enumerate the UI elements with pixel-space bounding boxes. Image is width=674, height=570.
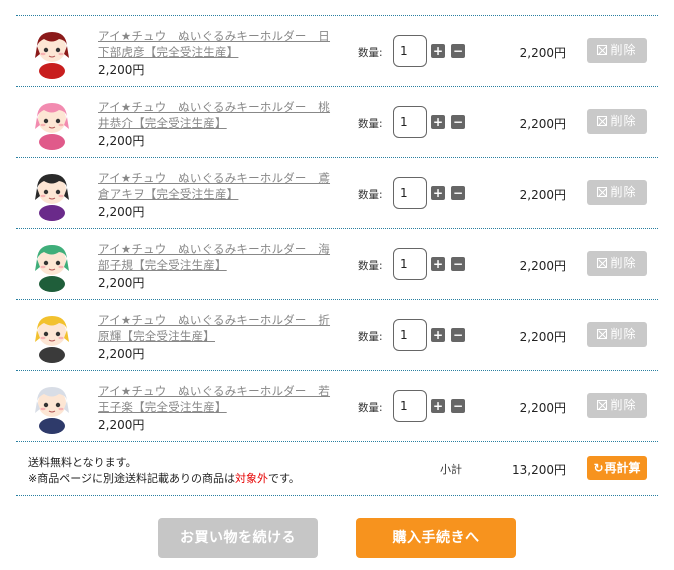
plus-icon[interactable]: + xyxy=(431,186,445,200)
cart-table: アイ★チュウ ぬいぐるみキーホルダー 日下部虎彦【完全受注生産】 2,200円 … xyxy=(16,0,658,496)
cart-summary: 送料無料となります。 ※商品ページに別途送料記載ありの商品は対象外です。 小計 … xyxy=(16,442,658,496)
continue-shopping-button[interactable]: お買い物を続ける xyxy=(158,518,318,558)
quantity-label: 数量: xyxy=(358,47,383,59)
top-divider xyxy=(16,0,658,16)
cart-item-row-1: アイ★チュウ ぬいぐるみキーホルダー 日下部虎彦【完全受注生産】 2,200円 … xyxy=(16,16,658,87)
delete-box-icon xyxy=(597,400,608,410)
delete-button[interactable]: 削除 xyxy=(587,251,647,276)
line-total: 2,200円 xyxy=(519,188,566,202)
delete-label: 削除 xyxy=(610,114,637,128)
plus-icon[interactable]: + xyxy=(431,257,445,271)
subtotal-value: 13,200円 xyxy=(512,463,566,477)
cart-item-row-2: アイ★チュウ ぬいぐるみキーホルダー 桃井恭介【完全受注生産】 2,200円 数… xyxy=(16,87,658,158)
minus-icon[interactable]: − xyxy=(451,399,465,413)
delete-box-icon xyxy=(597,258,608,268)
unit-price: 2,200円 xyxy=(98,134,145,148)
line-total: 2,200円 xyxy=(519,117,566,131)
product-thumbnail[interactable] xyxy=(26,237,78,293)
plus-icon[interactable]: + xyxy=(431,328,445,342)
plus-icon[interactable]: + xyxy=(431,115,445,129)
plush-figure-image xyxy=(35,316,69,363)
quantity-input[interactable]: 1 xyxy=(393,248,427,280)
cart-item-row-4: アイ★チュウ ぬいぐるみキーホルダー 海部子規【完全受注生産】 2,200円 数… xyxy=(16,229,658,300)
plush-figure-image xyxy=(35,245,69,292)
plush-figure-image xyxy=(35,103,69,150)
delete-box-icon xyxy=(597,187,608,197)
minus-icon[interactable]: − xyxy=(451,257,465,271)
quantity-label: 数量: xyxy=(358,331,383,343)
plush-figure-image xyxy=(35,32,69,79)
recalculate-button[interactable]: ↻再計算 xyxy=(587,456,647,480)
checkout-button[interactable]: 購入手続きへ xyxy=(356,518,516,558)
cart-items: アイ★チュウ ぬいぐるみキーホルダー 日下部虎彦【完全受注生産】 2,200円 … xyxy=(16,16,658,442)
quantity-label: 数量: xyxy=(358,189,383,201)
product-name-link[interactable]: アイ★チュウ ぬいぐるみキーホルダー 折原輝【完全受注生産】 xyxy=(98,312,340,344)
quantity-input[interactable]: 1 xyxy=(393,35,427,67)
delete-button[interactable]: 削除 xyxy=(587,109,647,134)
quantity-label: 数量: xyxy=(358,260,383,272)
cart-item-row-6: アイ★チュウ ぬいぐるみキーホルダー 若王子楽【完全受注生産】 2,200円 数… xyxy=(16,371,658,442)
plush-figure-image xyxy=(35,174,69,221)
quantity-input[interactable]: 1 xyxy=(393,177,427,209)
plush-figure-image xyxy=(35,387,69,434)
line-total: 2,200円 xyxy=(519,46,566,60)
plus-icon[interactable]: + xyxy=(431,399,445,413)
refresh-icon: ↻ xyxy=(593,461,604,475)
product-thumbnail[interactable] xyxy=(26,308,78,364)
unit-price: 2,200円 xyxy=(98,276,145,290)
product-thumbnail[interactable] xyxy=(26,95,78,151)
subtotal-label: 小計 xyxy=(440,463,462,476)
delete-button[interactable]: 削除 xyxy=(587,322,647,347)
minus-icon[interactable]: − xyxy=(451,186,465,200)
excluded-highlight: 対象外 xyxy=(235,472,268,485)
plus-icon[interactable]: + xyxy=(431,44,445,58)
recalculate-label: 再計算 xyxy=(604,461,641,475)
delete-box-icon xyxy=(597,329,608,339)
unit-price: 2,200円 xyxy=(98,205,145,219)
delete-label: 削除 xyxy=(610,256,637,270)
product-thumbnail[interactable] xyxy=(26,24,78,80)
delete-label: 削除 xyxy=(610,43,637,57)
minus-icon[interactable]: − xyxy=(451,115,465,129)
unit-price: 2,200円 xyxy=(98,418,145,432)
delete-button[interactable]: 削除 xyxy=(587,180,647,205)
delete-button[interactable]: 削除 xyxy=(587,38,647,63)
product-name-link[interactable]: アイ★チュウ ぬいぐるみキーホルダー 桃井恭介【完全受注生産】 xyxy=(98,99,340,131)
delete-box-icon xyxy=(597,116,608,126)
quantity-input[interactable]: 1 xyxy=(393,319,427,351)
quantity-input[interactable]: 1 xyxy=(393,106,427,138)
minus-icon[interactable]: − xyxy=(451,44,465,58)
delete-button[interactable]: 削除 xyxy=(587,393,647,418)
shipping-exception-note: ※商品ページに別途送料記載ありの商品は対象外です。 xyxy=(28,470,300,486)
product-name-link[interactable]: アイ★チュウ ぬいぐるみキーホルダー 若王子楽【完全受注生産】 xyxy=(98,383,340,415)
quantity-label: 数量: xyxy=(358,118,383,130)
product-thumbnail[interactable] xyxy=(26,379,78,435)
cart-actions: お買い物を続ける 購入手続きへ xyxy=(0,518,674,560)
quantity-label: 数量: xyxy=(358,402,383,414)
cart-item-row-3: アイ★チュウ ぬいぐるみキーホルダー 鳶倉アキヲ【完全受注生産】 2,200円 … xyxy=(16,158,658,229)
line-total: 2,200円 xyxy=(519,259,566,273)
delete-label: 削除 xyxy=(610,398,637,412)
product-name-link[interactable]: アイ★チュウ ぬいぐるみキーホルダー 日下部虎彦【完全受注生産】 xyxy=(98,28,340,60)
minus-icon[interactable]: − xyxy=(451,328,465,342)
shipping-note-text: ※商品ページに別途送料記載ありの商品は xyxy=(28,472,235,485)
shipping-note-end: です。 xyxy=(268,472,300,485)
delete-label: 削除 xyxy=(610,185,637,199)
product-name-link[interactable]: アイ★チュウ ぬいぐるみキーホルダー 海部子規【完全受注生産】 xyxy=(98,241,340,273)
free-shipping-note: 送料無料となります。 xyxy=(28,456,137,469)
product-name-link[interactable]: アイ★チュウ ぬいぐるみキーホルダー 鳶倉アキヲ【完全受注生産】 xyxy=(98,170,340,202)
quantity-input[interactable]: 1 xyxy=(393,390,427,422)
unit-price: 2,200円 xyxy=(98,347,145,361)
delete-box-icon xyxy=(597,45,608,55)
cart-item-row-5: アイ★チュウ ぬいぐるみキーホルダー 折原輝【完全受注生産】 2,200円 数量… xyxy=(16,300,658,371)
product-thumbnail[interactable] xyxy=(26,166,78,222)
unit-price: 2,200円 xyxy=(98,63,145,77)
line-total: 2,200円 xyxy=(519,330,566,344)
line-total: 2,200円 xyxy=(519,401,566,415)
delete-label: 削除 xyxy=(610,327,637,341)
